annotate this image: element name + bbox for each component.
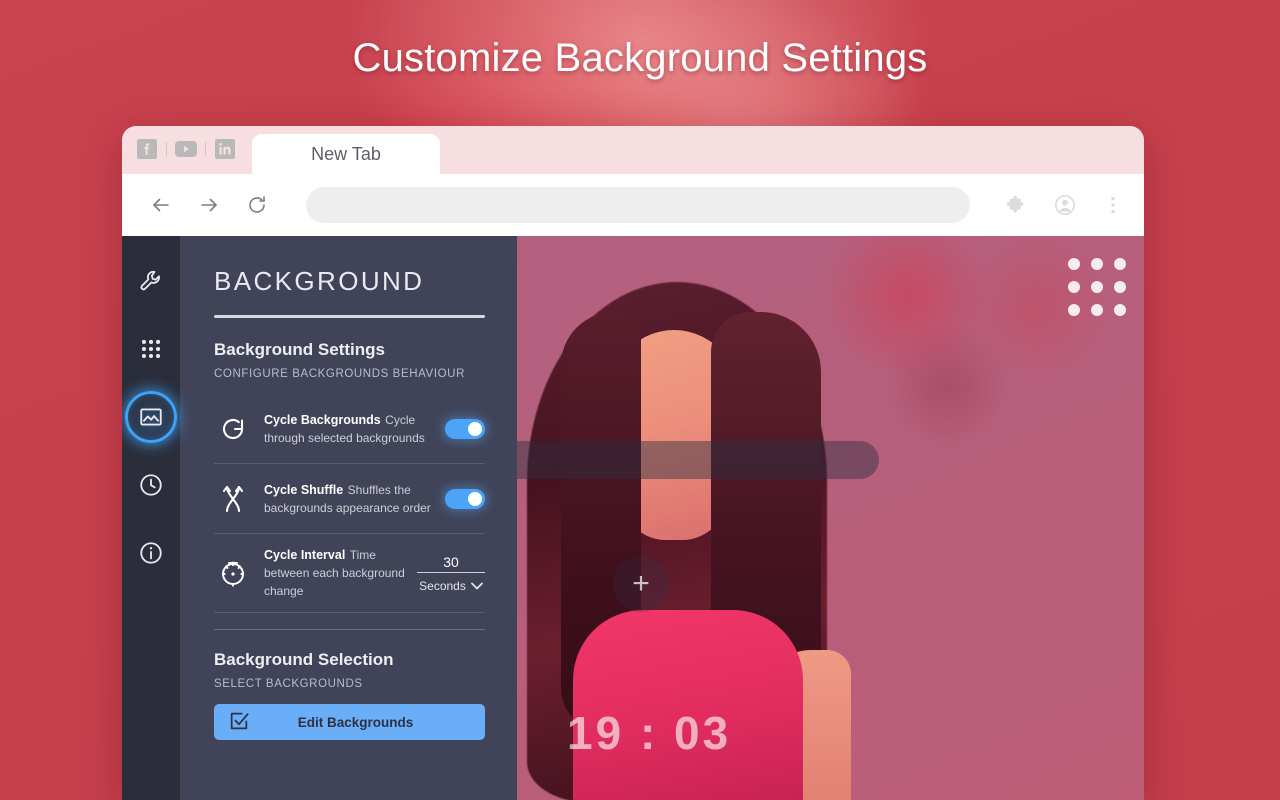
title-divider <box>214 315 485 318</box>
tab-title: New Tab <box>311 143 381 164</box>
quick-link-separator <box>166 142 167 156</box>
section-heading-background-selection: Background Selection <box>214 650 394 669</box>
extensions-puzzle-icon[interactable] <box>1004 192 1030 218</box>
setting-text-cycle-backgrounds: Cycle Backgrounds Cycle through selected… <box>264 411 433 447</box>
cycle-interval-control: 30 Seconds <box>417 554 485 593</box>
quick-link-separator <box>205 142 206 156</box>
settings-panel: BACKGROUND Background Settings CONFIGURE… <box>180 236 517 800</box>
toggle-cycle-shuffle[interactable] <box>445 488 485 509</box>
grid-dot <box>1091 258 1103 270</box>
grid-dot <box>1114 258 1126 270</box>
page-title: BACKGROUND <box>214 266 425 296</box>
section-divider <box>214 629 485 630</box>
sidebar-rail <box>122 236 182 800</box>
section-subheading-background-settings: CONFIGURE BACKGROUNDS BEHAVIOUR <box>214 368 465 380</box>
browser-toolbar <box>122 174 1144 236</box>
quick-links-bar <box>136 126 236 174</box>
section-subheading-background-selection: SELECT BACKGROUNDS <box>214 678 363 690</box>
grid-dot <box>1091 281 1103 293</box>
portrait-torso <box>573 610 803 800</box>
grid-dot <box>1091 304 1103 316</box>
cycle-interval-unit-select[interactable]: Seconds <box>419 579 483 593</box>
sidebar-item-background[interactable] <box>124 391 182 450</box>
promo-title: Customize Background Settings <box>352 36 928 80</box>
setting-title: Cycle Shuffle <box>264 482 344 497</box>
address-bar[interactable] <box>306 187 970 223</box>
extension-page: BACKGROUND Background Settings CONFIGURE… <box>122 236 1144 800</box>
grid-dot <box>1068 258 1080 270</box>
grid-dot <box>1068 281 1080 293</box>
setting-row-cycle-backgrounds: Cycle Backgrounds Cycle through selected… <box>214 394 485 464</box>
tab-strip: New Tab <box>122 126 1144 174</box>
chevron-down-icon <box>470 582 483 589</box>
setting-title: Cycle Backgrounds <box>264 412 381 427</box>
apps-grid-icon[interactable] <box>1068 258 1126 316</box>
cycle-interval-input[interactable]: 30 <box>417 554 485 573</box>
back-icon[interactable] <box>148 192 174 218</box>
cycle-icon <box>214 410 252 448</box>
sidebar-item-time[interactable] <box>128 462 174 508</box>
youtube-icon[interactable] <box>175 138 197 160</box>
forward-icon[interactable] <box>196 192 222 218</box>
sidebar-item-general[interactable] <box>128 258 174 304</box>
newtab-wallpaper: + 19 : 03 <box>517 236 1144 800</box>
tab-new-tab[interactable]: New Tab <box>252 134 440 174</box>
newtab-clock: 19 : 03 <box>567 707 732 759</box>
browser-menu-icon[interactable] <box>1100 192 1126 218</box>
toggle-knob <box>468 491 482 506</box>
reload-icon[interactable] <box>244 192 270 218</box>
grid-dot <box>1114 304 1126 316</box>
toggle-knob <box>468 421 482 436</box>
plus-icon: + <box>632 567 650 600</box>
timer-icon <box>214 554 252 592</box>
setting-title: Cycle Interval <box>264 548 346 562</box>
grid-dot <box>1068 304 1080 316</box>
sidebar-item-about[interactable] <box>128 530 174 576</box>
linkedin-icon[interactable] <box>214 138 236 160</box>
browser-window: New Tab BACKGROUND Background Settings C… <box>122 126 1144 800</box>
setting-row-cycle-shuffle: Cycle Shuffle Shuffles the backgrounds a… <box>214 464 485 534</box>
setting-text-cycle-interval: Cycle Interval Time between each backgro… <box>264 546 405 600</box>
setting-row-cycle-interval: Cycle Interval Time between each backgro… <box>214 534 485 613</box>
edit-backgrounds-button[interactable]: Edit Backgrounds <box>214 704 485 740</box>
facebook-icon[interactable] <box>136 138 158 160</box>
shuffle-icon <box>214 480 252 518</box>
newtab-search-bar[interactable] <box>517 441 879 479</box>
toggle-cycle-backgrounds[interactable] <box>445 418 485 439</box>
grid-dot <box>1114 281 1126 293</box>
section-heading-background-settings: Background Settings <box>214 340 385 359</box>
setting-text-cycle-shuffle: Cycle Shuffle Shuffles the backgrounds a… <box>264 481 433 517</box>
checkbox-checked-icon <box>228 710 250 735</box>
sidebar-item-apps[interactable] <box>128 326 174 372</box>
edit-backgrounds-label: Edit Backgrounds <box>297 714 414 730</box>
cycle-interval-unit-label: Seconds <box>419 578 466 593</box>
profile-avatar-icon[interactable] <box>1052 192 1078 218</box>
add-shortcut-button[interactable]: + <box>613 556 669 612</box>
